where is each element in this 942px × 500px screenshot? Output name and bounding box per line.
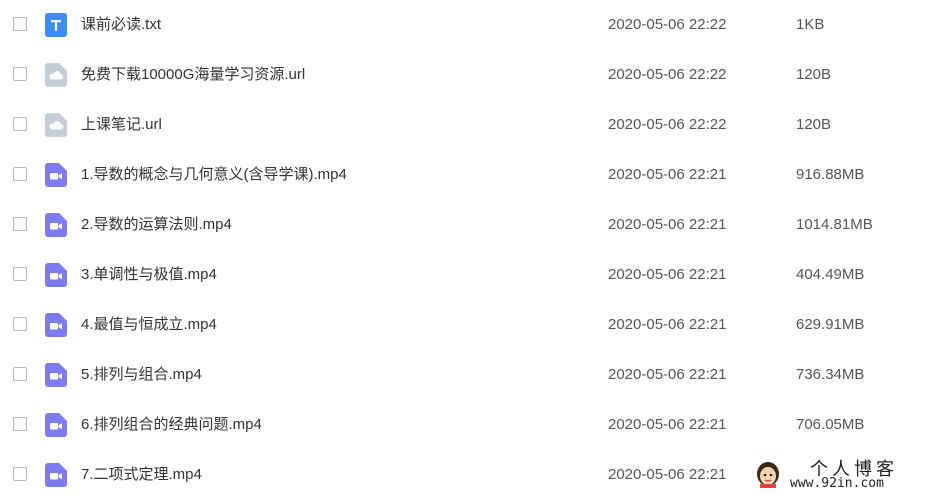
file-date: 2020-05-06 22:21 bbox=[608, 316, 727, 333]
watermark-url: www.92in.com bbox=[790, 476, 884, 491]
file-row[interactable]: 6.排列组合的经典问题.mp4 2020-05-06 22:21 706.05M… bbox=[0, 400, 942, 450]
file-date: 2020-05-06 22:21 bbox=[608, 266, 727, 283]
video-file-icon bbox=[45, 463, 67, 487]
row-checkbox[interactable] bbox=[13, 217, 27, 231]
video-file-icon bbox=[45, 363, 67, 387]
file-date: 2020-05-06 22:21 bbox=[608, 216, 727, 233]
row-checkbox[interactable] bbox=[13, 317, 27, 331]
file-name[interactable]: 2.导数的运算法则.mp4 bbox=[81, 216, 232, 234]
file-row[interactable]: 4.最值与恒成立.mp4 2020-05-06 22:21 629.91MB bbox=[0, 300, 942, 350]
file-size: 120B bbox=[796, 116, 832, 133]
video-file-icon bbox=[45, 163, 67, 187]
video-file-icon bbox=[45, 313, 67, 337]
file-date: 2020-05-06 22:21 bbox=[608, 416, 727, 433]
file-row[interactable]: 上课笔记.url 2020-05-06 22:22 120B bbox=[0, 100, 942, 150]
file-row[interactable]: 5.排列与组合.mp4 2020-05-06 22:21 736.34MB bbox=[0, 350, 942, 400]
file-list: 课前必读.txt 2020-05-06 22:22 1KB 免费下载10000G… bbox=[0, 0, 942, 500]
file-size: 1KB bbox=[796, 16, 825, 33]
file-size: 736.34MB bbox=[796, 366, 865, 383]
file-size: 1014.81MB bbox=[796, 216, 873, 233]
video-file-icon bbox=[45, 213, 67, 237]
link-file-icon bbox=[45, 63, 67, 87]
file-date: 2020-05-06 22:22 bbox=[608, 16, 727, 33]
file-size: 706.05MB bbox=[796, 416, 865, 433]
file-row[interactable]: 课前必读.txt 2020-05-06 22:22 1KB bbox=[0, 0, 942, 50]
avatar bbox=[754, 458, 782, 488]
video-file-icon bbox=[45, 263, 67, 287]
video-file-icon bbox=[45, 413, 67, 437]
row-checkbox[interactable] bbox=[13, 167, 27, 181]
file-date: 2020-05-06 22:21 bbox=[608, 366, 727, 383]
file-name[interactable]: 1.导数的概念与几何意义(含导学课).mp4 bbox=[81, 166, 347, 184]
file-date: 2020-05-06 22:21 bbox=[608, 466, 727, 483]
file-size: 916.88MB bbox=[796, 166, 865, 183]
blog-watermark: 个人博客 www.92in.com bbox=[748, 452, 942, 495]
row-checkbox[interactable] bbox=[13, 467, 27, 481]
row-checkbox[interactable] bbox=[13, 117, 27, 131]
file-row[interactable]: 1.导数的概念与几何意义(含导学课).mp4 2020-05-06 22:21 … bbox=[0, 150, 942, 200]
file-name[interactable]: 4.最值与恒成立.mp4 bbox=[81, 316, 217, 334]
row-checkbox[interactable] bbox=[13, 17, 27, 31]
file-size: 629.91MB bbox=[796, 316, 865, 333]
file-name[interactable]: 免费下载10000G海量学习资源.url bbox=[81, 66, 305, 84]
file-row[interactable]: 3.单调性与极值.mp4 2020-05-06 22:21 404.49MB bbox=[0, 250, 942, 300]
file-name[interactable]: 5.排列与组合.mp4 bbox=[81, 366, 202, 384]
file-row[interactable]: 免费下载10000G海量学习资源.url 2020-05-06 22:22 12… bbox=[0, 50, 942, 100]
file-name[interactable]: 3.单调性与极值.mp4 bbox=[81, 266, 217, 284]
file-date: 2020-05-06 22:22 bbox=[608, 66, 727, 83]
txt-file-icon bbox=[45, 13, 67, 37]
file-date: 2020-05-06 22:22 bbox=[608, 116, 727, 133]
file-row[interactable]: 2.导数的运算法则.mp4 2020-05-06 22:21 1014.81MB bbox=[0, 200, 942, 250]
row-checkbox[interactable] bbox=[13, 367, 27, 381]
row-checkbox[interactable] bbox=[13, 417, 27, 431]
file-name[interactable]: 上课笔记.url bbox=[81, 116, 162, 134]
row-checkbox[interactable] bbox=[13, 67, 27, 81]
file-name[interactable]: 课前必读.txt bbox=[81, 16, 161, 34]
file-name[interactable]: 7.二项式定理.mp4 bbox=[81, 466, 202, 484]
file-date: 2020-05-06 22:21 bbox=[608, 166, 727, 183]
file-size: 404.49MB bbox=[796, 266, 865, 283]
row-checkbox[interactable] bbox=[13, 267, 27, 281]
file-name[interactable]: 6.排列组合的经典问题.mp4 bbox=[81, 416, 262, 434]
link-file-icon bbox=[45, 113, 67, 137]
file-size: 120B bbox=[796, 66, 832, 83]
